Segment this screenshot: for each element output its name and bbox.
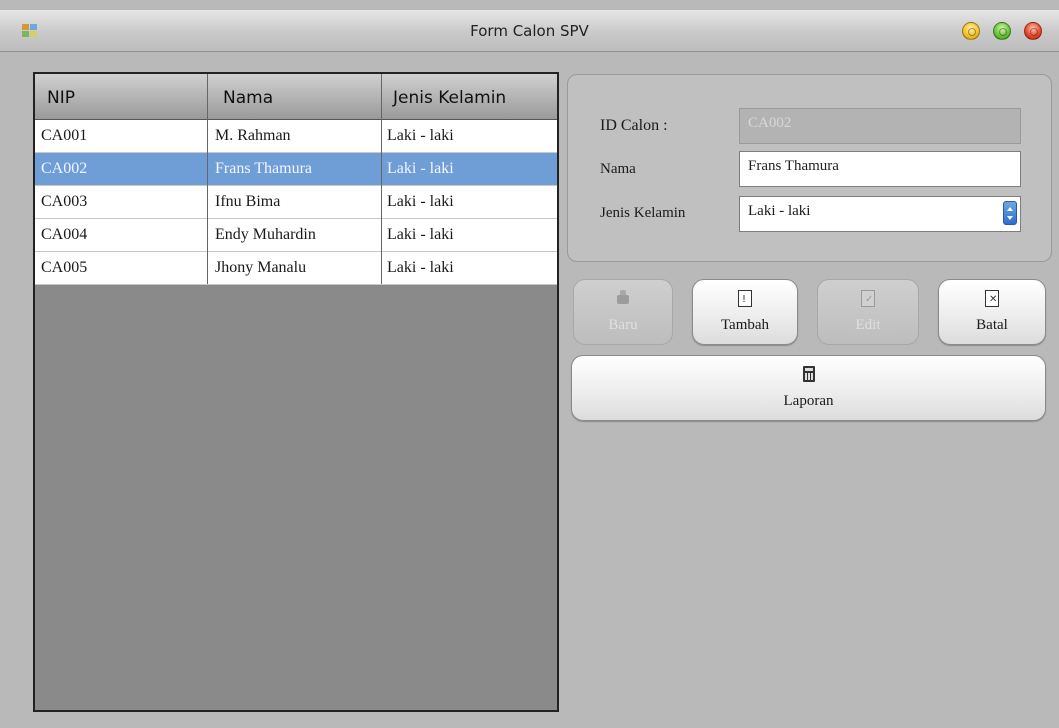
tambah-button-label: Tambah xyxy=(720,317,770,333)
column-header-jenis-kelamin[interactable]: Jenis Kelamin xyxy=(393,88,506,108)
grid-header: NIP Nama Jenis Kelamin xyxy=(35,74,557,120)
column-divider xyxy=(381,74,382,284)
laporan-button[interactable]: Laporan xyxy=(571,355,1046,421)
window-title: Form Calon SPV xyxy=(470,22,589,40)
batal-button-label: Batal xyxy=(976,317,1008,333)
batal-button[interactable]: ✕ Batal xyxy=(938,279,1046,345)
table-row[interactable]: CA003 Ifnu Bima Laki - laki xyxy=(35,186,557,219)
cell-jenis-kelamin: Laki - laki xyxy=(387,193,454,210)
cell-nama: Jhony Manalu xyxy=(215,259,307,276)
jenis-kelamin-label: Jenis Kelamin xyxy=(600,205,686,221)
cell-nama: Ifnu Bima xyxy=(215,193,281,210)
edit-button[interactable]: ✓ Edit xyxy=(817,279,919,345)
new-icon xyxy=(617,290,629,304)
baru-button[interactable]: Baru xyxy=(573,279,673,345)
table-row[interactable]: CA005 Jhony Manalu Laki - laki xyxy=(35,252,557,285)
minimize-button[interactable] xyxy=(962,22,980,40)
select-arrows-icon[interactable] xyxy=(1003,201,1017,225)
calon-data-grid[interactable]: NIP Nama Jenis Kelamin CA001 M. Rahman L… xyxy=(33,72,559,712)
baru-button-label: Baru xyxy=(608,317,638,333)
title-bar[interactable]: Form Calon SPV xyxy=(0,10,1059,52)
cell-nama: M. Rahman xyxy=(215,127,291,144)
cell-nama: Endy Muhardin xyxy=(215,226,316,243)
table-row[interactable]: CA004 Endy Muhardin Laki - laki xyxy=(35,219,557,252)
nama-field[interactable]: Frans Thamura xyxy=(739,151,1021,187)
column-header-nip[interactable]: NIP xyxy=(47,88,75,108)
table-row[interactable]: CA001 M. Rahman Laki - laki xyxy=(35,120,557,153)
close-button[interactable] xyxy=(1024,22,1042,40)
cell-nip: CA002 xyxy=(41,160,88,177)
cell-nip: CA005 xyxy=(41,259,88,276)
edit-button-label: Edit xyxy=(855,317,881,333)
cell-jenis-kelamin: Laki - laki xyxy=(387,226,454,243)
add-document-icon: ! xyxy=(738,290,752,307)
edit-document-icon: ✓ xyxy=(861,290,875,307)
jenis-kelamin-select[interactable]: Laki - laki xyxy=(739,196,1021,232)
cell-nip: CA003 xyxy=(41,193,88,210)
cell-nip: CA004 xyxy=(41,226,88,243)
form-calon-spv-window: Form Calon SPV NIP Nama Jenis Kelamin CA… xyxy=(0,0,1059,728)
id-calon-field[interactable]: CA002 xyxy=(739,108,1021,144)
cell-nip: CA001 xyxy=(41,127,88,144)
id-calon-label: ID Calon : xyxy=(600,117,668,134)
cancel-document-icon: ✕ xyxy=(985,290,999,307)
laporan-button-label: Laporan xyxy=(783,393,834,409)
column-divider xyxy=(207,74,208,284)
nama-label: Nama xyxy=(600,161,636,177)
calon-form-panel: ID Calon : CA002 Nama Frans Thamura Jeni… xyxy=(567,74,1052,262)
cell-jenis-kelamin: Laki - laki xyxy=(387,259,454,276)
tambah-button[interactable]: ! Tambah xyxy=(692,279,798,345)
cell-jenis-kelamin: Laki - laki xyxy=(387,127,454,144)
cell-jenis-kelamin: Laki - laki xyxy=(387,160,454,177)
cell-nama: Frans Thamura xyxy=(215,160,313,177)
report-calculator-icon xyxy=(802,366,815,382)
maximize-button[interactable] xyxy=(993,22,1011,40)
jenis-kelamin-selected-value: Laki - laki xyxy=(748,203,811,219)
table-row-selected[interactable]: CA002 Frans Thamura Laki - laki xyxy=(35,153,557,186)
column-header-nama[interactable]: Nama xyxy=(223,88,273,108)
